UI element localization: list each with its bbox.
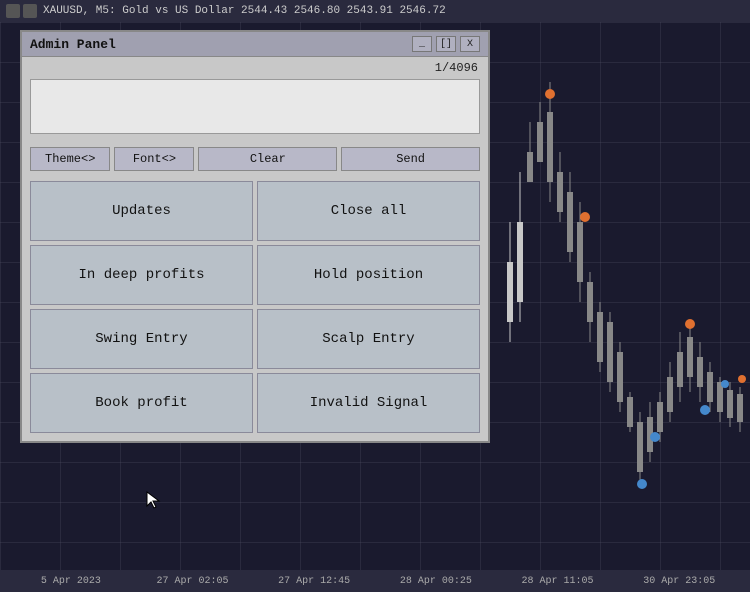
admin-panel-titlebar: Admin Panel _ [] X [22,32,488,57]
close-button[interactable]: X [460,36,480,52]
mouse-cursor [145,490,165,515]
message-counter: 1/4096 [435,61,478,75]
toolbar-row: Theme<> Font<> Clear Send [22,143,488,175]
admin-panel-title: Admin Panel [30,37,116,52]
book-profit-button[interactable]: Book profit [30,373,253,433]
timeline: 5 Apr 2023 27 Apr 02:05 27 Apr 12:45 28 … [0,570,750,592]
timeline-label-3: 28 Apr 00:25 [375,576,497,587]
signal-dot-blue-3 [700,405,710,415]
text-area-container [22,77,488,143]
bar-icon [23,4,37,18]
updates-button[interactable]: Updates [30,181,253,241]
restore-button[interactable]: [] [436,36,456,52]
signal-dot-orange-3 [685,319,695,329]
top-bar-title: XAUUSD, M5: Gold vs US Dollar 2544.43 25… [43,5,446,17]
theme-button[interactable]: Theme<> [30,147,110,171]
top-bar-icons [6,4,37,18]
timeline-label-4: 28 Apr 11:05 [497,576,619,587]
font-button[interactable]: Font<> [114,147,194,171]
hold-position-button[interactable]: Hold position [257,245,480,305]
clear-button[interactable]: Clear [198,147,337,171]
timeline-label-5: 30 Apr 23:05 [618,576,740,587]
signal-dot-blue-4 [721,380,729,388]
timeline-label-0: 5 Apr 2023 [10,576,132,587]
titlebar-controls: _ [] X [412,36,480,52]
counter-row: 1/4096 [22,57,488,77]
send-button[interactable]: Send [341,147,480,171]
admin-panel: Admin Panel _ [] X 1/4096 Theme<> Font<>… [20,30,490,443]
buttons-grid: Updates Close all In deep profits Hold p… [22,175,488,441]
signal-dot-orange-4 [738,375,746,383]
signal-dot-blue-2 [650,432,660,442]
top-bar: XAUUSD, M5: Gold vs US Dollar 2544.43 25… [0,0,750,22]
signal-dot-blue-1 [637,479,647,489]
chart-icon [6,4,20,18]
scalp-entry-button[interactable]: Scalp Entry [257,309,480,369]
signal-dot-orange-2 [580,212,590,222]
swing-entry-button[interactable]: Swing Entry [30,309,253,369]
timeline-label-1: 27 Apr 02:05 [132,576,254,587]
message-textarea[interactable] [30,79,480,134]
invalid-signal-button[interactable]: Invalid Signal [257,373,480,433]
chart-svg [490,22,750,562]
timeline-label-2: 27 Apr 12:45 [253,576,375,587]
minimize-button[interactable]: _ [412,36,432,52]
in-deep-profits-button[interactable]: In deep profits [30,245,253,305]
close-all-button[interactable]: Close all [257,181,480,241]
signal-dot-orange-1 [545,89,555,99]
